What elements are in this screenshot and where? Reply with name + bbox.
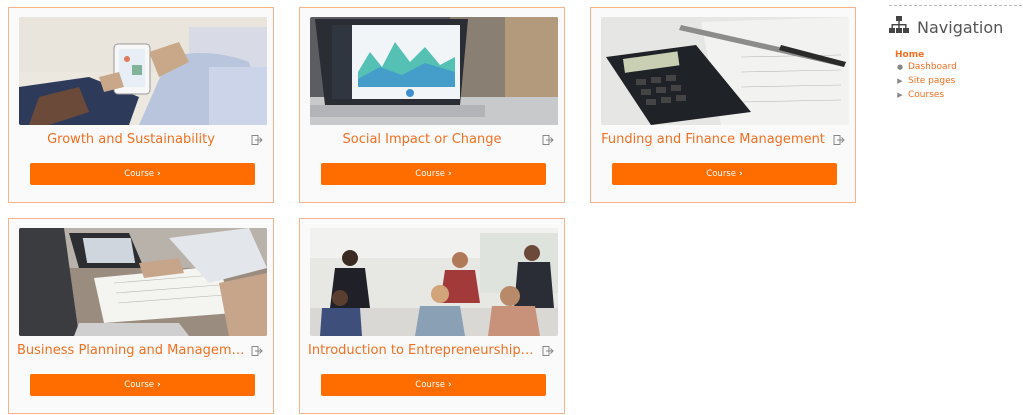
nav-item-site-pages[interactable]: ▶ Site pages	[897, 74, 1023, 88]
course-image[interactable]	[601, 17, 849, 125]
course-button[interactable]: Course ›	[612, 163, 837, 185]
course-title[interactable]: Growth and Sustainability	[17, 132, 245, 147]
course-card-business-planning: Business Planning and Management Course ›	[8, 218, 274, 414]
course-card-entrepreneurship: Introduction to Entrepreneurship an... C…	[299, 218, 565, 414]
course-card-growth: Growth and Sustainability Course ›	[8, 7, 274, 203]
course-button[interactable]: Course ›	[30, 374, 255, 396]
course-card-social-impact: Social Impact or Change Course ›	[299, 7, 565, 203]
expand-triangle-icon[interactable]: ▶	[897, 91, 903, 99]
course-card-funding: Funding and Finance Management Course ›	[590, 7, 856, 203]
navigation-header: Navigation	[889, 16, 1023, 38]
course-button-label: Course	[124, 380, 154, 390]
course-button[interactable]: Course ›	[321, 374, 546, 396]
bullet-icon: ●	[897, 63, 904, 71]
chevron-right-icon: ›	[156, 169, 161, 179]
course-button[interactable]: Course ›	[30, 163, 255, 185]
course-image[interactable]	[19, 17, 267, 125]
course-title[interactable]: Business Planning and Management	[17, 343, 245, 358]
self-enrol-icon	[251, 131, 263, 145]
course-image[interactable]	[19, 228, 267, 336]
chevron-right-icon: ›	[447, 380, 452, 390]
expand-triangle-icon[interactable]: ▶	[897, 77, 903, 85]
course-button-label: Course	[124, 169, 154, 179]
course-title[interactable]: Introduction to Entrepreneurship an...	[308, 343, 536, 358]
navigation-block: Navigation Home ● Dashboard ▶ Site pages…	[889, 5, 1023, 102]
chevron-right-icon: ›	[156, 380, 161, 390]
course-button[interactable]: Course ›	[321, 163, 546, 185]
course-button-label: Course	[706, 169, 736, 179]
nav-item-label: Dashboard	[908, 62, 957, 72]
self-enrol-icon	[251, 342, 263, 356]
navigation-title: Navigation	[917, 17, 1004, 37]
nav-item-courses[interactable]: ▶ Courses	[897, 88, 1023, 102]
nav-item-label: Site pages	[908, 76, 956, 86]
nav-home-link[interactable]: Home	[895, 50, 1023, 60]
self-enrol-icon	[833, 131, 845, 145]
nav-item-label: Courses	[908, 90, 945, 100]
divider	[889, 5, 1022, 6]
self-enrol-icon	[542, 342, 554, 356]
course-title[interactable]: Funding and Finance Management	[599, 132, 827, 147]
course-image[interactable]	[310, 228, 558, 336]
course-image[interactable]	[310, 17, 558, 125]
nav-item-dashboard[interactable]: ● Dashboard	[897, 60, 1023, 74]
course-button-label: Course	[415, 380, 445, 390]
course-title[interactable]: Social Impact or Change	[308, 132, 536, 147]
self-enrol-icon	[542, 131, 554, 145]
chevron-right-icon: ›	[447, 169, 452, 179]
chevron-right-icon: ›	[738, 169, 743, 179]
nav-list: ● Dashboard ▶ Site pages ▶ Courses	[889, 60, 1023, 102]
course-button-label: Course	[415, 169, 445, 179]
sitemap-icon	[889, 16, 909, 38]
